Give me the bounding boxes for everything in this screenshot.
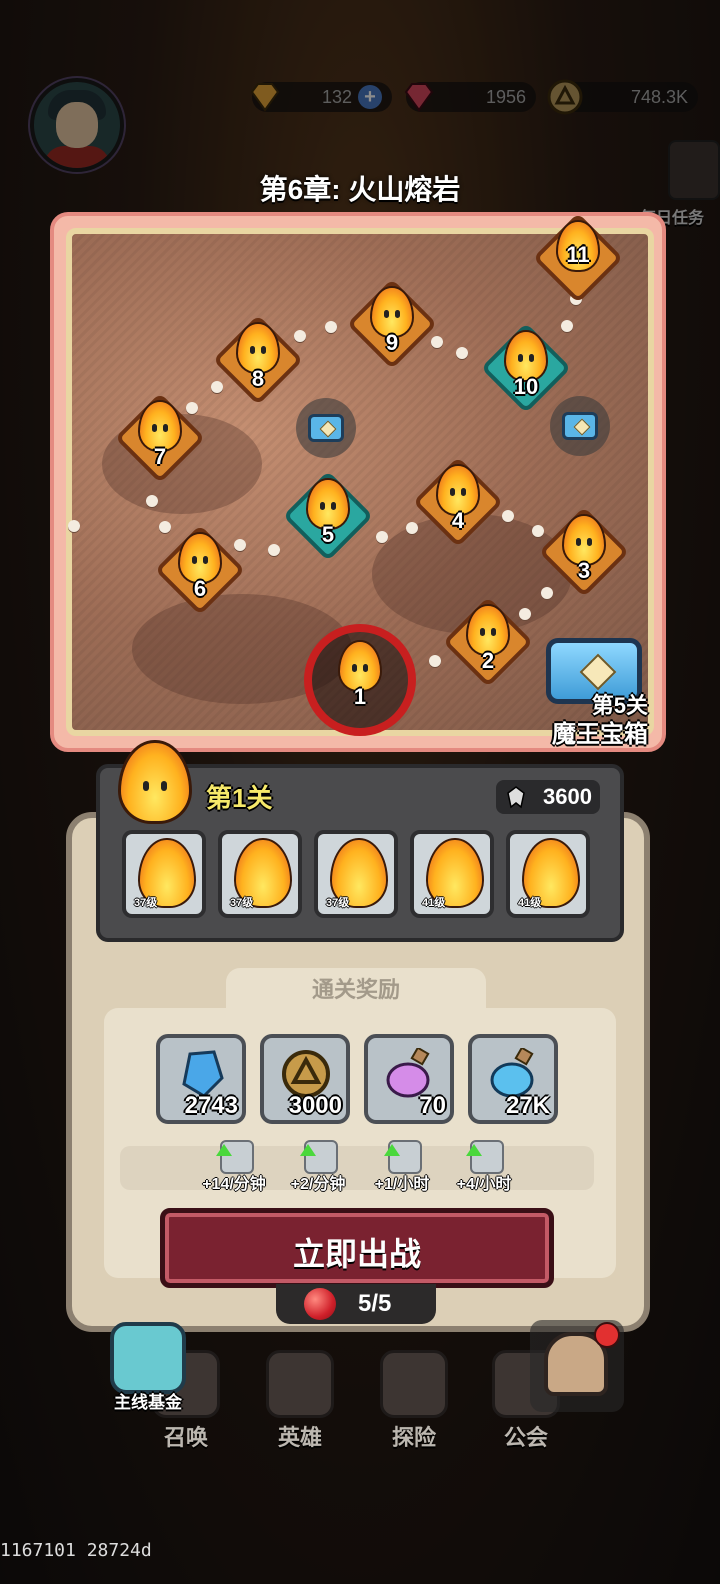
reward-coin[interactable]: 3000 xyxy=(260,1034,350,1124)
arrow-up-icon xyxy=(384,1144,400,1156)
wolf-icon xyxy=(110,1322,186,1394)
main-fund-button[interactable]: 主线基金 xyxy=(102,1318,194,1412)
stage-node-2[interactable]: 2 xyxy=(442,596,534,688)
enemy-slot-5[interactable]: 41级 xyxy=(506,830,590,918)
chest-icon xyxy=(562,412,598,440)
stage-chest-10[interactable] xyxy=(550,396,610,456)
enemy-slot-3[interactable]: 37级 xyxy=(314,830,398,918)
stage-node-6[interactable]: 6 xyxy=(154,524,246,616)
fight-now-button[interactable]: 立即出战 xyxy=(160,1208,554,1288)
hero-icon xyxy=(266,1350,334,1418)
rate-purple-potion: +1/小时 xyxy=(370,1140,434,1193)
stage-node-11[interactable]: 11 xyxy=(532,196,624,304)
rate-coin: +2/分钟 xyxy=(286,1140,350,1193)
enemy-power: 3600 xyxy=(496,780,600,814)
stage-node-10[interactable]: 10 xyxy=(480,322,572,414)
nav-heroes[interactable]: 英雄 xyxy=(252,1350,348,1450)
power-icon xyxy=(507,786,525,809)
reward-title: 通关奖励 xyxy=(226,968,486,1012)
stage-node-5[interactable]: 5 xyxy=(282,470,374,562)
nav-explore[interactable]: 探险 xyxy=(366,1350,462,1450)
boss-chest-label: 魔王宝箱 xyxy=(552,721,648,748)
debug-id: 1167101 28724d xyxy=(0,1540,152,1561)
compass-icon xyxy=(380,1350,448,1418)
arrow-up-icon xyxy=(216,1144,232,1156)
stage-name: 第1关 xyxy=(206,783,273,813)
campaign-helmet-button[interactable] xyxy=(530,1320,624,1412)
stamina-counter: 5/5 xyxy=(276,1284,436,1324)
rate-crystal: +4/小时 xyxy=(452,1140,516,1193)
chest-icon xyxy=(308,414,344,442)
stage-node-7[interactable]: 7 xyxy=(114,392,206,484)
enemy-slot-4[interactable]: 41级 xyxy=(410,830,494,918)
rate-blue-potion: +14/分钟 xyxy=(202,1140,266,1193)
arrow-up-icon xyxy=(300,1144,316,1156)
enemy-slot-2[interactable]: 37级 xyxy=(218,830,302,918)
apple-icon xyxy=(304,1288,336,1320)
stage-node-4[interactable]: 4 xyxy=(412,456,504,548)
arrow-up-icon xyxy=(466,1144,482,1156)
boss-chest[interactable]: 第5关 魔王宝箱 xyxy=(540,636,652,748)
enemy-slot-1[interactable]: 37级 xyxy=(122,830,206,918)
stage-node-1[interactable]: 1 xyxy=(318,636,402,720)
stage-node-3[interactable]: 3 xyxy=(538,506,630,598)
stage-node-8[interactable]: 8 xyxy=(212,314,304,406)
reward-blue-potion[interactable]: 27K xyxy=(468,1034,558,1124)
stage-node-9[interactable]: 9 xyxy=(346,278,438,370)
reward-crystal[interactable]: 2743 xyxy=(156,1034,246,1124)
stage-chest-5[interactable] xyxy=(296,398,356,458)
reward-purple-potion[interactable]: 70 xyxy=(364,1034,454,1124)
notification-dot xyxy=(594,1322,620,1348)
